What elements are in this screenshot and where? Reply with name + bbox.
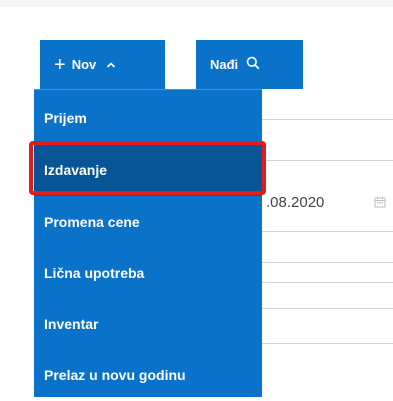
search-button-label: Nađi bbox=[210, 57, 239, 72]
form-field-line bbox=[262, 119, 393, 120]
search-icon bbox=[246, 56, 260, 73]
form-field-line bbox=[262, 343, 393, 344]
menu-item-promena-cene[interactable]: Promena cene bbox=[34, 196, 262, 248]
plus-icon: + bbox=[54, 53, 66, 76]
menu-item-licna-upotreba[interactable]: Lična upotreba bbox=[34, 247, 262, 299]
menu-item-label: Lična upotreba bbox=[44, 265, 145, 281]
menu-item-label: Inventar bbox=[44, 316, 99, 332]
form-field-line bbox=[262, 160, 393, 161]
menu-item-label: Prijem bbox=[44, 110, 87, 126]
search-button[interactable]: Nađi bbox=[196, 40, 303, 89]
new-button-label: Nov bbox=[71, 57, 97, 72]
menu-item-prelaz-u-novu-godinu[interactable]: Prelaz u novu godinu bbox=[34, 349, 262, 401]
menu-item-label: Prelaz u novu godinu bbox=[44, 367, 186, 383]
top-strip bbox=[0, 0, 393, 7]
form-field-line bbox=[262, 262, 393, 263]
form-field-line bbox=[262, 231, 393, 232]
calendar-icon[interactable] bbox=[374, 195, 386, 208]
form-field-line bbox=[262, 282, 393, 283]
menu-item-label: Promena cene bbox=[44, 214, 140, 230]
menu-item-inventar[interactable]: Inventar bbox=[34, 298, 262, 350]
chevron-up-icon bbox=[106, 61, 116, 69]
new-button[interactable]: + Nov bbox=[40, 40, 165, 89]
menu-item-label: Izdavanje bbox=[44, 162, 108, 178]
date-field-value[interactable]: .08.2020 bbox=[266, 194, 324, 211]
menu-item-prijem[interactable]: Prijem bbox=[34, 92, 262, 144]
menu-item-izdavanje[interactable]: Izdavanje bbox=[34, 144, 262, 196]
form-field-line bbox=[262, 308, 393, 309]
new-dropdown-menu: Prijem Izdavanje Promena cene Lična upot… bbox=[34, 89, 262, 397]
